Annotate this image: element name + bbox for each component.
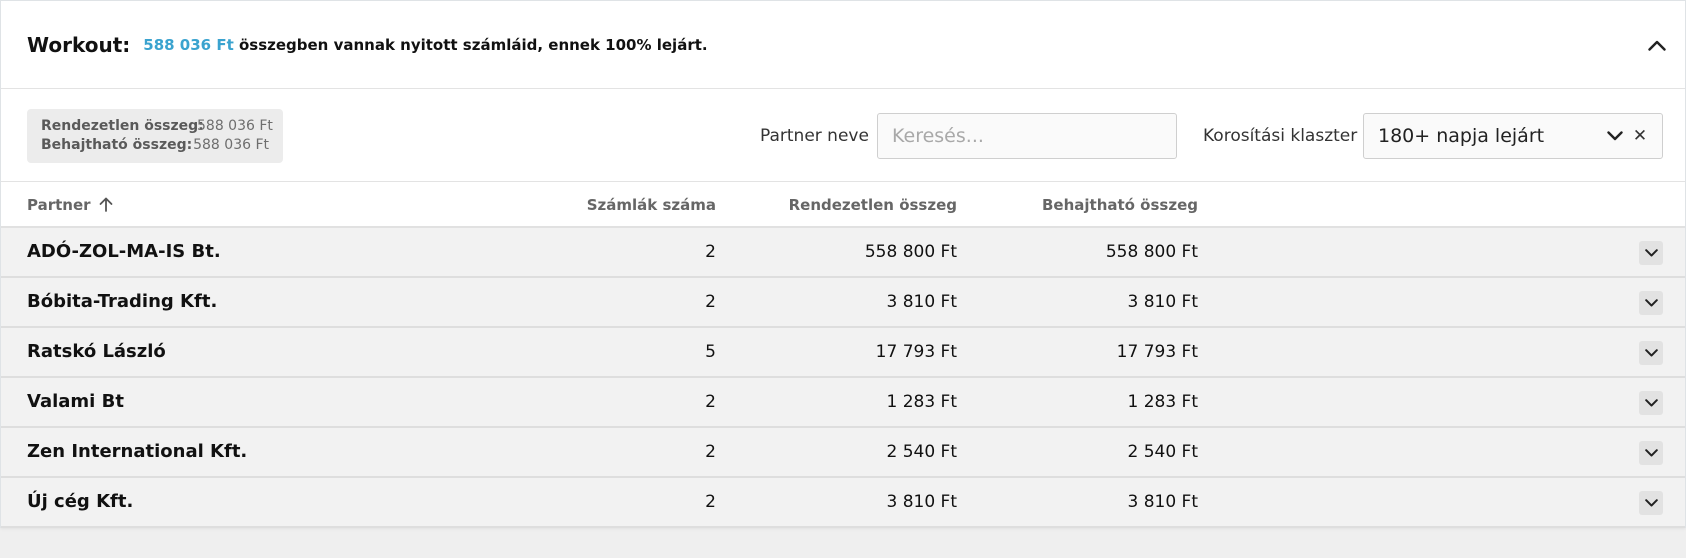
totals-unsettled-value: 588 036 Ft xyxy=(197,118,273,134)
row-expand-button[interactable] xyxy=(1639,441,1663,465)
unsettled-amount: 1 283 Ft xyxy=(886,392,957,412)
invoice-count: 2 xyxy=(705,292,716,312)
column-header-partner[interactable]: Partner xyxy=(27,196,113,214)
chevron-down-icon xyxy=(1644,349,1658,357)
column-header-unsettled[interactable]: Rendezetlen összeg xyxy=(789,196,957,214)
totals-collectible-label: Behajtható összeg: xyxy=(41,137,193,153)
chevron-down-icon[interactable] xyxy=(1604,125,1626,147)
filter-bar: Rendezetlen összeg: 588 036 Ft Behajthat… xyxy=(1,89,1685,182)
arrow-up-icon xyxy=(99,197,112,212)
unsettled-amount: 558 800 Ft xyxy=(864,242,957,262)
table-row[interactable]: Valami Bt 2 1 283 Ft 1 283 Ft xyxy=(1,378,1685,428)
partner-search-input[interactable] xyxy=(877,113,1177,159)
header-amount: 588 036 Ft xyxy=(143,35,234,54)
unsettled-amount: 3 810 Ft xyxy=(886,492,957,512)
panel-header: Workout: 588 036 Ft összegben vannak nyi… xyxy=(1,1,1685,89)
partner-name: Valami Bt xyxy=(27,391,124,412)
unsettled-amount: 2 540 Ft xyxy=(886,442,957,462)
header-summary: 588 036 Ft összegben vannak nyitott szám… xyxy=(143,36,707,54)
table-header: Partner Számlák száma Rendezetlen összeg… xyxy=(1,182,1685,228)
table-row[interactable]: Zen International Kft. 2 2 540 Ft 2 540 … xyxy=(1,428,1685,478)
totals-collectible-row: Behajtható összeg: 588 036 Ft xyxy=(41,136,269,155)
collectible-amount: 17 793 Ft xyxy=(1116,342,1198,362)
page-title: Workout: xyxy=(27,32,131,57)
invoice-count: 5 xyxy=(705,342,716,362)
chevron-down-icon xyxy=(1644,399,1658,407)
unsettled-amount: 3 810 Ft xyxy=(886,292,957,312)
collectible-amount: 1 283 Ft xyxy=(1127,392,1198,412)
table-row[interactable]: Új cég Kft. 2 3 810 Ft 3 810 Ft xyxy=(1,478,1685,528)
collectible-amount: 558 800 Ft xyxy=(1105,242,1198,262)
close-icon[interactable]: ✕ xyxy=(1632,126,1648,146)
totals-box: Rendezetlen összeg: 588 036 Ft Behajthat… xyxy=(27,109,283,163)
workout-panel: Workout: 588 036 Ft összegben vannak nyi… xyxy=(0,0,1686,528)
partner-name: Ratskó László xyxy=(27,341,166,362)
totals-unsettled-label: Rendezetlen összeg: xyxy=(41,118,204,134)
row-expand-button[interactable] xyxy=(1639,341,1663,365)
row-expand-button[interactable] xyxy=(1639,241,1663,265)
header-summary-text: összegben vannak nyitott számláid, ennek… xyxy=(233,35,708,54)
table-row[interactable]: Bóbita-Trading Kft. 2 3 810 Ft 3 810 Ft xyxy=(1,278,1685,328)
partner-filter-label: Partner neve xyxy=(760,126,869,146)
chevron-up-icon xyxy=(1648,40,1666,51)
cluster-filter-label: Korosítási klaszter xyxy=(1203,126,1358,146)
totals-collectible-value: 588 036 Ft xyxy=(193,137,269,153)
chevron-down-icon xyxy=(1644,249,1658,257)
cluster-select-value: 180+ napja lejárt xyxy=(1378,125,1545,147)
column-header-invoice-count[interactable]: Számlák száma xyxy=(587,196,716,214)
table-body: ADÓ-ZOL-MA-IS Bt. 2 558 800 Ft 558 800 F… xyxy=(1,228,1685,528)
invoice-count: 2 xyxy=(705,242,716,262)
cluster-select[interactable]: 180+ napja lejárt ✕ xyxy=(1363,113,1663,159)
partner-name: ADÓ-ZOL-MA-IS Bt. xyxy=(27,241,221,262)
collapse-button[interactable] xyxy=(1643,31,1671,59)
partner-name: Új cég Kft. xyxy=(27,491,134,512)
table-row[interactable]: Ratskó László 5 17 793 Ft 17 793 Ft xyxy=(1,328,1685,378)
chevron-down-icon xyxy=(1644,449,1658,457)
collectible-amount: 2 540 Ft xyxy=(1127,442,1198,462)
row-expand-button[interactable] xyxy=(1639,291,1663,315)
column-header-collectible[interactable]: Behajtható összeg xyxy=(1042,196,1198,214)
chevron-down-icon xyxy=(1644,299,1658,307)
table-row[interactable]: ADÓ-ZOL-MA-IS Bt. 2 558 800 Ft 558 800 F… xyxy=(1,228,1685,278)
collectible-amount: 3 810 Ft xyxy=(1127,492,1198,512)
row-expand-button[interactable] xyxy=(1639,491,1663,515)
collectible-amount: 3 810 Ft xyxy=(1127,292,1198,312)
row-expand-button[interactable] xyxy=(1639,391,1663,415)
totals-unsettled-row: Rendezetlen összeg: 588 036 Ft xyxy=(41,117,273,136)
column-header-partner-label: Partner xyxy=(27,196,91,214)
unsettled-amount: 17 793 Ft xyxy=(875,342,957,362)
invoice-count: 2 xyxy=(705,442,716,462)
partner-name: Bóbita-Trading Kft. xyxy=(27,291,218,312)
invoice-count: 2 xyxy=(705,392,716,412)
invoice-count: 2 xyxy=(705,492,716,512)
chevron-down-icon xyxy=(1644,499,1658,507)
partner-name: Zen International Kft. xyxy=(27,441,248,462)
